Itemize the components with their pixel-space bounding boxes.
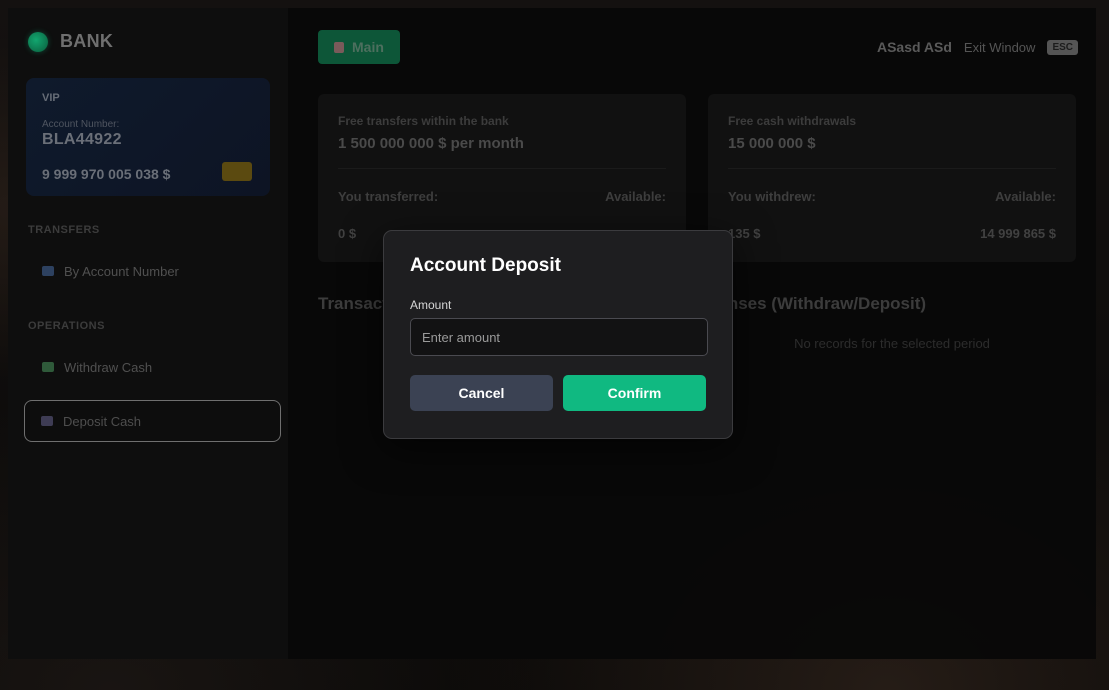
modal-actions: Cancel Confirm [410,375,706,411]
cancel-button[interactable]: Cancel [410,375,553,411]
amount-input[interactable] [410,318,708,356]
modal-title: Account Deposit [410,255,561,276]
deposit-modal: Account Deposit Amount Cancel Confirm [383,230,733,439]
confirm-button[interactable]: Confirm [563,375,706,411]
amount-label: Amount [410,298,452,312]
